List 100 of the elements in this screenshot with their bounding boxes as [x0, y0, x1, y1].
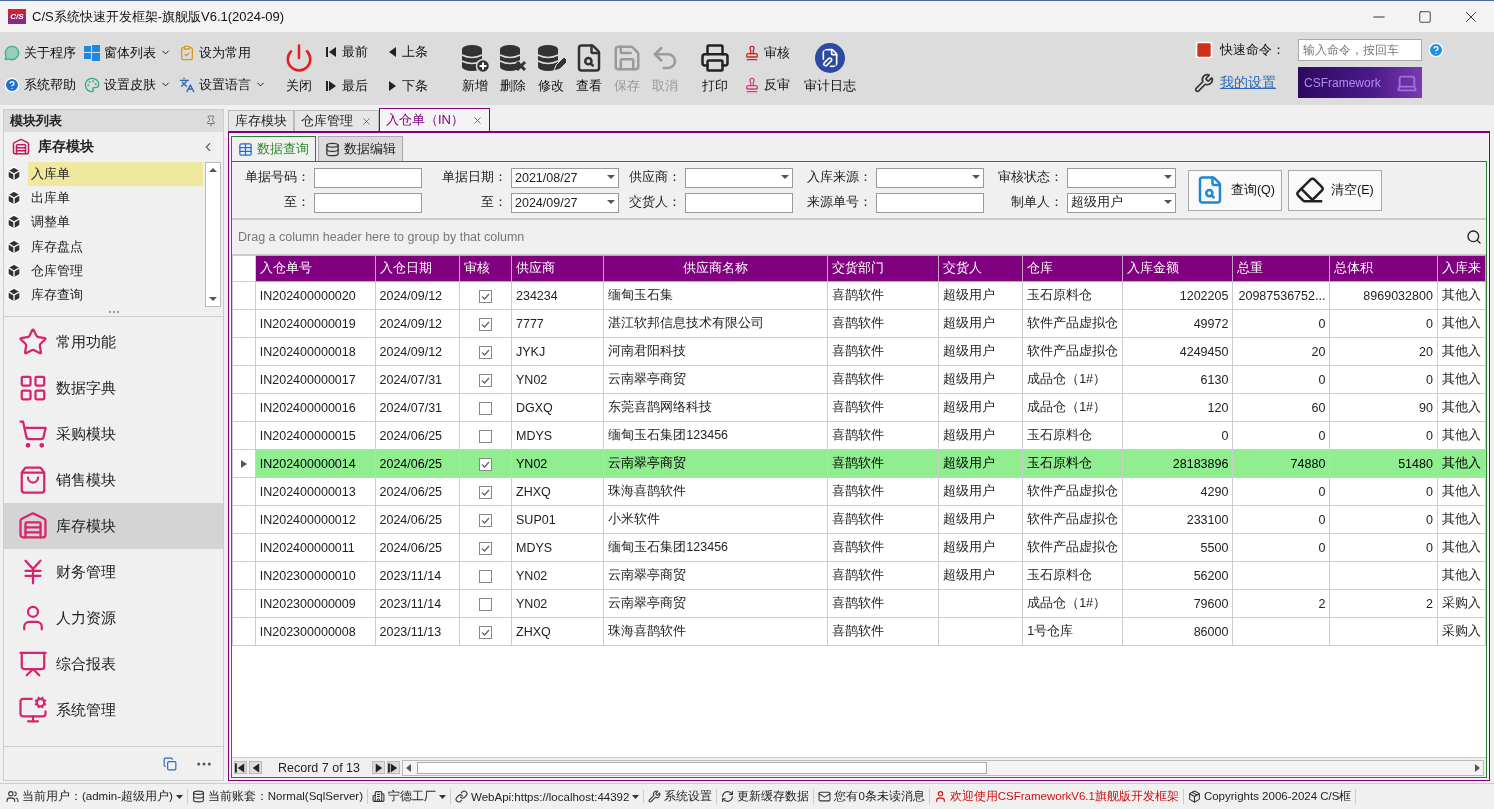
module-group[interactable]: 库存模块: [4, 503, 223, 549]
ribbon-button[interactable]: 系统帮助: [4, 73, 76, 96]
scroll-thumb[interactable]: [417, 761, 987, 774]
toolbar-button[interactable]: 新增: [456, 42, 494, 95]
audit-button[interactable]: 反审: [744, 73, 790, 96]
command-field[interactable]: 输入命令，按回车: [1298, 39, 1422, 61]
help-icon[interactable]: [1428, 42, 1444, 58]
column-header[interactable]: 入库金额: [1122, 255, 1233, 282]
toolbar-button[interactable]: 删除: [494, 42, 532, 95]
last-record-button[interactable]: [387, 761, 400, 774]
document-tab[interactable]: 仓库管理: [294, 110, 379, 131]
column-header[interactable]: 供应商: [511, 255, 604, 282]
text-field[interactable]: [876, 192, 984, 213]
nav-button[interactable]: 最前: [326, 40, 386, 63]
column-header[interactable]: 仓库: [1022, 255, 1123, 282]
column-header[interactable]: 供应商名称: [603, 255, 828, 282]
toolbar-button[interactable]: 修改: [532, 42, 570, 95]
dropdown-field[interactable]: [685, 167, 793, 188]
audit-log-button[interactable]: 审计日志: [800, 42, 860, 95]
table-row[interactable]: IN202400000013 2024/06/25 ZHXQ 珠海喜鹊软件 喜鹊软件 超级用户 软件产品虚拟仓 4290 0 0 其他入: [232, 477, 1486, 506]
scroll-left-icon[interactable]: [405, 763, 413, 772]
search-button[interactable]: 查询(Q): [1188, 169, 1282, 211]
table-row[interactable]: IN202400000018 2024/09/12 JYKJ 河南君阳科技 喜鹊软件 超级用户 软件产品虚拟仓 4249450 20 20 其他入: [232, 337, 1486, 366]
document-tab[interactable]: 入仓单（IN）: [379, 108, 490, 131]
module-group[interactable]: 销售模块: [4, 457, 223, 503]
table-row[interactable]: IN202400000015 2024/06/25 MDYS 缅甸玉石集团123456 喜鹊软件 超级用户 玉石原料仓 0 0 0 其他入: [232, 421, 1486, 450]
next-icon: [386, 79, 398, 92]
column-header[interactable]: 交货部门: [827, 255, 939, 282]
table-row[interactable]: IN202300000009 2023/11/14 YN02 云南翠亭商贸 喜鹊软件 成品仓（1#） 79600 2 2 采购入: [232, 589, 1486, 618]
audit-button[interactable]: 审核: [744, 41, 790, 64]
module-item[interactable]: 仓库管理: [28, 258, 203, 283]
clear-button[interactable]: 清空(E): [1288, 169, 1382, 211]
ribbon-button[interactable]: 关于程序: [4, 41, 76, 64]
module-item[interactable]: 库存查询: [28, 282, 203, 307]
status-item[interactable]: 当前用户：(admin-超级用户): [2, 789, 188, 804]
module-group[interactable]: 采购模块: [4, 411, 223, 457]
module-group[interactable]: 财务管理: [4, 549, 223, 595]
ribbon-button[interactable]: 设置皮肤: [84, 73, 171, 96]
table-row[interactable]: IN202400000014 2024/06/25 YN02 云南翠亭商贸 喜鹊软件 超级用户 玉石原料仓 28183896 74880 51480 其他入: [232, 449, 1486, 478]
column-header[interactable]: 审核: [459, 255, 512, 282]
module-item[interactable]: 入库单: [28, 162, 203, 187]
table-row[interactable]: IN202400000017 2024/07/31 YN02 云南翠亭商贸 喜鹊软件 超级用户 成品仓（1#） 6130 0 0 其他入: [232, 365, 1486, 394]
module-item[interactable]: 库存盘点: [28, 234, 203, 259]
previous-record-button[interactable]: [249, 761, 262, 774]
column-header[interactable]: 总重: [1232, 255, 1330, 282]
first-record-button[interactable]: [234, 761, 247, 774]
status-item[interactable]: Copyrights 2006-2024 C/S框: [1183, 789, 1357, 804]
dropdown-field[interactable]: 超级用户: [1067, 192, 1176, 213]
view-tab[interactable]: 数据查询: [231, 136, 316, 161]
module-group[interactable]: 综合报表: [4, 641, 223, 687]
table-row[interactable]: IN202400000011 2024/06/25 MDYS 缅甸玉石集团123456 喜鹊软件 超级用户 软件产品虚拟仓 5500 0 0 其他入: [232, 533, 1486, 562]
next-record-button[interactable]: [372, 761, 385, 774]
text-field[interactable]: [314, 192, 422, 213]
column-header[interactable]: 入仓单号: [255, 255, 375, 282]
module-group[interactable]: 人力资源: [4, 595, 223, 641]
table-row[interactable]: IN202300000008 2023/11/13 ZHXQ 珠海喜鹊软件 喜鹊软件 1号仓库 86000 采购入: [232, 617, 1486, 646]
module-group[interactable]: 数据字典: [4, 365, 223, 411]
dropdown-field[interactable]: 2024/09/27: [511, 192, 619, 213]
column-header[interactable]: 入库来: [1437, 255, 1486, 282]
module-group[interactable]: 系统管理: [4, 687, 223, 733]
maximize-icon[interactable]: [1418, 9, 1432, 24]
status-item[interactable]: 系统设置: [644, 789, 718, 804]
column-header[interactable]: 入仓日期: [375, 255, 460, 282]
ribbon-button[interactable]: 设置语言: [179, 73, 266, 96]
module-group[interactable]: 常用功能: [4, 319, 223, 365]
ribbon-button[interactable]: 设为常用: [179, 41, 266, 64]
close-button[interactable]: 关闭: [280, 42, 318, 95]
toolbar-button[interactable]: 打印: [696, 42, 734, 95]
status-item[interactable]: 当前账套：Normal(SqlServer): [187, 789, 369, 804]
table-row[interactable]: IN202300000010 2023/11/14 YN02 云南翠亭商贸 喜鹊软件 超级用户 玉石原料仓 56200 其他入: [232, 561, 1486, 590]
dropdown-field[interactable]: 2021/08/27: [511, 167, 619, 188]
settings-link[interactable]: 我的设置: [1220, 73, 1292, 92]
nav-button[interactable]: 上条: [386, 40, 446, 63]
module-item[interactable]: 出库单: [28, 186, 203, 211]
status-item[interactable]: 您有0条未读消息: [814, 789, 930, 804]
table-row[interactable]: IN202400000020 2024/09/12 234234 缅甸玉石集 喜鹊软件 超级用户 玉石原料仓 1202205 20987536752... 8969032800 其他入: [232, 281, 1486, 310]
scroll-right-icon[interactable]: [1473, 763, 1481, 772]
text-field[interactable]: [685, 192, 793, 213]
status-item[interactable]: 更新缓存数据: [717, 789, 815, 804]
pin-icon[interactable]: [205, 115, 217, 127]
status-item[interactable]: WebApi:https://localhost:44392: [451, 790, 645, 803]
text-field[interactable]: [314, 167, 422, 188]
view-tab[interactable]: 数据编辑: [318, 136, 403, 161]
ribbon-button[interactable]: 窗体列表: [84, 41, 171, 64]
toolbar-button[interactable]: 查看: [570, 42, 608, 95]
module-item[interactable]: 调整单: [28, 210, 203, 235]
status-item[interactable]: 欢迎使用CSFrameworkV6.1旗舰版开发框架: [929, 789, 1184, 804]
dropdown-field[interactable]: [876, 167, 984, 188]
table-row[interactable]: IN202400000019 2024/09/12 7777 湛江软邦信息技术有限公司 喜鹊软件 超级用户 软件产品虚拟仓 49972 0 0 其他入: [232, 309, 1486, 338]
column-header[interactable]: 交货人: [938, 255, 1023, 282]
column-header[interactable]: 总体积: [1329, 255, 1438, 282]
document-tab[interactable]: 库存模块: [228, 110, 294, 131]
nav-button[interactable]: 下条: [386, 74, 446, 97]
tools-icon: [1194, 72, 1214, 93]
dropdown-field[interactable]: [1067, 167, 1176, 188]
status-item[interactable]: 宁德工厂: [368, 789, 452, 804]
search-icon[interactable]: [1466, 229, 1482, 245]
nav-button[interactable]: 最后: [326, 74, 386, 97]
table-row[interactable]: IN202400000016 2024/07/31 DGXQ 东莞喜鹊网络科技 喜鹊软件 超级用户 成品仓（1#） 120 60 90 其他入: [232, 393, 1486, 422]
table-row[interactable]: IN202400000012 2024/06/25 SUP01 小米软件 喜鹊软件 超级用户 软件产品虚拟仓 233100 0 0 其他入: [232, 505, 1486, 534]
